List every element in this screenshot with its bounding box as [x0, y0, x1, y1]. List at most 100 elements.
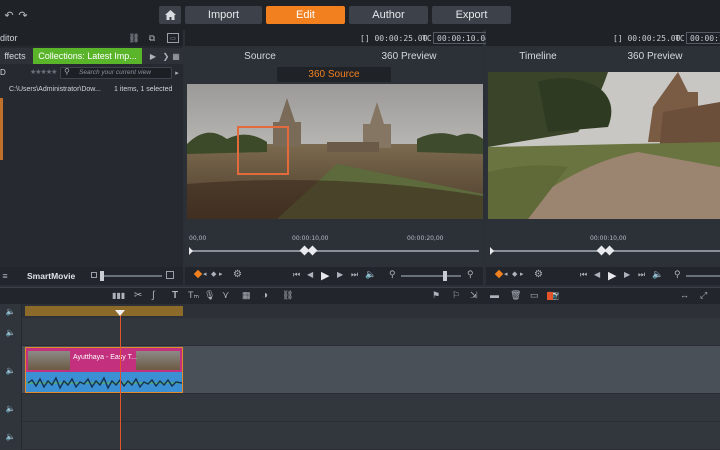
link-chain-icon[interactable]: ⛓	[282, 290, 293, 301]
title-icon[interactable]: T	[172, 290, 178, 301]
timeline-ruler-bar[interactable]	[22, 304, 720, 318]
zoom-in-box[interactable]	[166, 271, 174, 279]
snap-icon[interactable]: ∫	[152, 290, 155, 301]
chapter-flag-icon[interactable]: ⚐	[452, 290, 460, 301]
tab-import[interactable]: Import	[185, 6, 262, 24]
tab-collections[interactable]: Collections: Latest Imp...	[33, 48, 142, 64]
search-field[interactable]: ⚲ Search your current view	[60, 67, 172, 79]
speaker-icon[interactable]: 🔈	[6, 432, 16, 441]
timeline-zoom-slider[interactable]	[686, 275, 720, 277]
timeline-next-marker-icon[interactable]: ▸	[520, 270, 524, 278]
tab-360-source[interactable]: 360 Source	[277, 67, 391, 82]
timeline-marker-list-icon[interactable]: ◆	[512, 270, 517, 278]
in-out-range-bar[interactable]	[25, 306, 183, 316]
timeline-timecode[interactable]: 00:00:10.04	[686, 32, 720, 44]
source-skip-end-icon[interactable]: ⏭	[351, 270, 358, 280]
source-video-frame[interactable]	[187, 84, 483, 219]
smartmovie-label[interactable]: SmartMovie	[27, 271, 75, 281]
track-4[interactable]	[22, 422, 720, 450]
color-icon[interactable]: ◑	[262, 290, 268, 301]
source-play-icon[interactable]: ▶	[321, 269, 329, 282]
overwrite-mode-icon[interactable]: ▬	[490, 290, 499, 300]
timeline-play-icon[interactable]: ▶	[608, 269, 616, 282]
source-skip-start-icon[interactable]: ⏮	[293, 270, 300, 280]
back-arrow-icon[interactable]: ↶	[2, 8, 16, 22]
timeline-mark-in[interactable]	[490, 247, 494, 255]
source-prev-marker-icon[interactable]: ◂	[203, 270, 207, 278]
marker-flag-icon[interactable]: ⚑	[432, 290, 440, 301]
source-zoom-in-icon[interactable]: ⚲	[467, 269, 474, 280]
speaker-icon[interactable]: 🔈	[6, 366, 16, 375]
microphone-icon[interactable]: 🎙	[204, 290, 215, 301]
play-small-icon[interactable]: ▶	[148, 50, 158, 62]
timeline-playhead[interactable]	[115, 310, 125, 450]
360-view-selection-box[interactable]	[237, 126, 289, 175]
transition-icon[interactable]: ⋎	[222, 290, 229, 301]
source-timecode[interactable]: 00:00:10.04	[433, 32, 494, 44]
timeline-settings-icon[interactable]: ⚙	[534, 269, 543, 280]
timeline-skip-end-icon[interactable]: ⏭	[638, 270, 645, 280]
track-header-2[interactable]: 🔈	[0, 346, 22, 394]
track-1[interactable]	[22, 318, 720, 346]
track-header-4[interactable]: 🔈	[0, 422, 22, 450]
timeline-video-frame[interactable]	[488, 72, 720, 219]
playhead-handle[interactable]	[115, 310, 125, 316]
record-marker-icon[interactable]	[547, 292, 553, 300]
fit-timeline-icon[interactable]: ↔	[680, 290, 689, 300]
source-next-marker-icon[interactable]: ▸	[219, 270, 223, 278]
chevron-right-icon[interactable]: ❯	[162, 50, 170, 62]
speaker-icon[interactable]: 🔈	[6, 307, 16, 316]
timeline-marker-icon[interactable]	[494, 269, 504, 279]
expand-icon[interactable]: ⤢	[700, 290, 707, 301]
tab-timeline[interactable]: Timeline	[486, 48, 590, 65]
audio-mixer-icon[interactable]: ▮▮▮	[112, 291, 125, 300]
layout-icon[interactable]: ▭	[167, 33, 179, 43]
source-marker-icon[interactable]	[193, 269, 203, 279]
source-zoom-slider[interactable]	[401, 271, 461, 281]
link-icon[interactable]: ⛓	[128, 32, 140, 44]
delete-icon[interactable]: 🗑	[510, 290, 521, 301]
menu-icon[interactable]: ≡	[0, 270, 10, 282]
source-settings-icon[interactable]: ⚙	[233, 269, 242, 280]
track-header-3[interactable]: 🔈	[0, 394, 22, 422]
zoom-out-box[interactable]	[91, 272, 97, 278]
timeline-scrubber-handle-2[interactable]	[604, 245, 615, 256]
title-editor-icon[interactable]: Tₘ	[188, 290, 199, 301]
source-scrubber-handle-2[interactable]	[307, 245, 318, 256]
source-marker-list-icon[interactable]: ◆	[211, 270, 216, 278]
dropdown-icon[interactable]: ▾	[555, 292, 558, 299]
timeline-frame-forward-icon[interactable]: ▶	[624, 270, 630, 279]
storyboard-icon[interactable]: ▭	[530, 290, 539, 301]
source-zoom-handle[interactable]	[443, 271, 447, 281]
source-frame-back-icon[interactable]: ◀	[307, 270, 313, 279]
search-menu-icon[interactable]: ▸	[173, 68, 181, 78]
grid-view-icon[interactable]: ▦	[171, 50, 181, 62]
track-header-1[interactable]: 🔈	[0, 318, 22, 346]
tab-author[interactable]: Author	[349, 6, 428, 24]
timeline-prev-marker-icon[interactable]: ◂	[504, 270, 508, 278]
source-mark-in[interactable]	[189, 247, 193, 255]
video-clip[interactable]: Ayutthaya - Easy T...	[25, 347, 183, 393]
track-3[interactable]	[22, 394, 720, 422]
tab-source[interactable]: Source	[185, 48, 335, 65]
tab-export[interactable]: Export	[432, 6, 511, 24]
source-scrubber[interactable]	[189, 245, 479, 256]
source-volume-icon[interactable]: 🔈	[365, 269, 376, 280]
tab-edit[interactable]: Edit	[266, 6, 345, 24]
grid-icon[interactable]: ▦	[242, 290, 251, 301]
insert-mode-icon[interactable]: ⇲	[470, 290, 478, 301]
tab-effects[interactable]: ffects	[0, 48, 30, 64]
source-zoom-out-icon[interactable]: ⚲	[389, 269, 396, 280]
forward-arrow-icon[interactable]: ↷	[16, 8, 30, 22]
tab-timeline-360-preview[interactable]: 360 Preview	[590, 48, 720, 65]
tab-source-360-preview[interactable]: 360 Preview	[335, 48, 483, 65]
scissors-icon[interactable]: ✂	[134, 290, 142, 301]
slider-handle[interactable]	[100, 271, 104, 281]
speaker-icon[interactable]: 🔈	[6, 404, 16, 413]
timeline-frame-back-icon[interactable]: ◀	[594, 270, 600, 279]
source-frame-forward-icon[interactable]: ▶	[337, 270, 343, 279]
track-header-master[interactable]: 🔈	[0, 304, 22, 318]
thumbnail-size-slider[interactable]	[100, 271, 162, 281]
home-button[interactable]	[159, 6, 181, 24]
rating-stars[interactable]: ★★★★★	[30, 68, 57, 76]
